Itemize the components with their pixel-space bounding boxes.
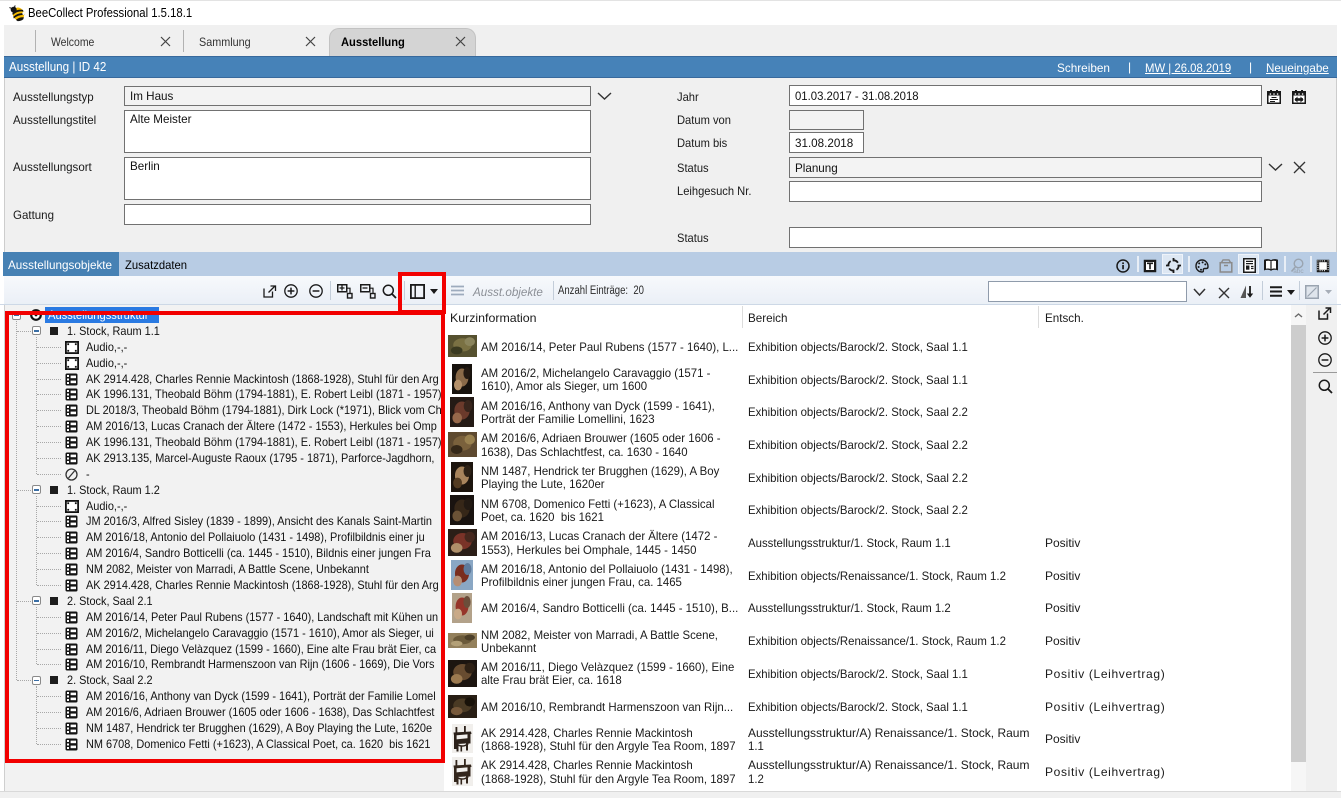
svg-text:abc: abc xyxy=(1293,268,1304,275)
